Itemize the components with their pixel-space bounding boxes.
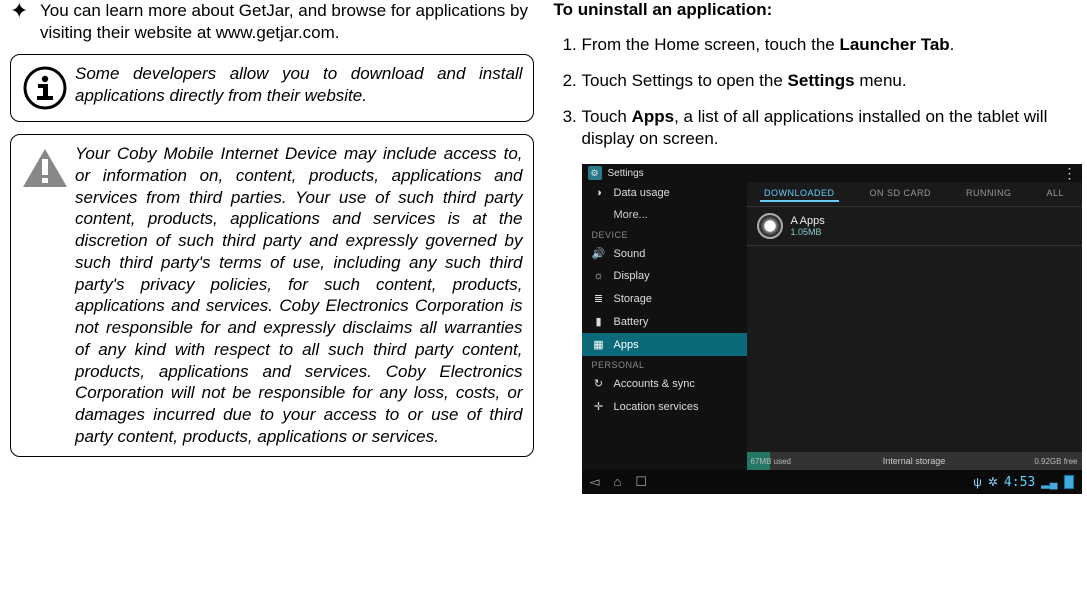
tab-on-sd-card[interactable]: ON SD CARD <box>865 186 935 202</box>
info-icon <box>15 63 75 113</box>
step-1: From the Home screen, touch the Launcher… <box>582 34 1078 56</box>
sync-icon: ↻ <box>592 377 606 390</box>
sidebar-label: Storage <box>614 293 653 305</box>
sidebar-label: Data usage <box>614 187 670 199</box>
step-2: Touch Settings to open the Settings menu… <box>582 70 1078 92</box>
sidebar-item-location[interactable]: ✛ Location services <box>582 395 747 418</box>
battery-icon: ▮ <box>592 315 606 328</box>
app-icon <box>757 213 783 239</box>
settings-tile-icon: ⚙ <box>588 166 602 180</box>
sidebar-item-display[interactable]: ☼ Display <box>582 265 747 287</box>
sidebar-item-storage[interactable]: ≣ Storage <box>582 287 747 310</box>
apps-tabs: DOWNLOADED ON SD CARD RUNNING ALL <box>747 182 1082 207</box>
usb-icon: ψ <box>973 475 982 489</box>
section-heading: To uninstall an application: <box>554 0 1078 20</box>
apps-panel: DOWNLOADED ON SD CARD RUNNING ALL A Apps… <box>747 182 1082 470</box>
step-3: Touch Apps, a list of all applications i… <box>582 106 1078 150</box>
step-1-bold: Launcher Tab <box>839 35 949 54</box>
app-list-item[interactable]: A Apps 1.05MB <box>747 207 1082 246</box>
system-nav-bar: ◅ ⌂ ☐ ψ ✲ 4:53 ▂▄ <box>582 470 1082 494</box>
bullet-text: You can learn more about GetJar, and bro… <box>40 0 534 44</box>
location-icon: ✛ <box>592 400 606 413</box>
display-icon: ☼ <box>592 270 606 282</box>
settings-sidebar: ◑ Data usage More... DEVICE 🔊 Sound ☼ Di… <box>582 182 747 470</box>
sidebar-label: Accounts & sync <box>614 378 695 390</box>
step-2-bold: Settings <box>788 71 855 90</box>
step-3-pre: Touch <box>582 107 632 126</box>
battery-status-icon <box>1064 475 1074 489</box>
sidebar-item-sound[interactable]: 🔊 Sound <box>582 242 747 265</box>
storage-icon: ≣ <box>592 292 606 305</box>
step-3-bold: Apps <box>632 107 675 126</box>
window-title: Settings <box>608 168 644 179</box>
tablet-screenshot: ⚙ Settings ⋮ ◑ Data usage More... DEVICE… <box>582 164 1082 494</box>
warning-icon <box>15 143 75 197</box>
step-1-post: . <box>950 35 955 54</box>
wifi-icon: ▂▄ <box>1041 476 1057 489</box>
app-name: A Apps <box>791 216 825 227</box>
storage-label: Internal storage <box>883 456 946 466</box>
sidebar-section-device: DEVICE <box>582 226 747 242</box>
storage-used: 67MB used <box>751 457 791 466</box>
step-2-pre: Touch Settings to open the <box>582 71 788 90</box>
sidebar-label: Battery <box>614 316 649 328</box>
app-size: 1.05MB <box>791 227 825 237</box>
storage-bar: 67MB used Internal storage 0.92GB free <box>747 452 1082 470</box>
sidebar-label: Sound <box>614 248 646 260</box>
sidebar-item-battery[interactable]: ▮ Battery <box>582 310 747 333</box>
apps-icon: ▦ <box>592 338 606 351</box>
note-text: Some developers allow you to download an… <box>75 63 523 107</box>
sidebar-item-apps[interactable]: ▦ Apps <box>582 333 747 356</box>
sidebar-label: Apps <box>614 339 639 351</box>
tab-downloaded[interactable]: DOWNLOADED <box>760 186 839 202</box>
sidebar-item-data-usage[interactable]: ◑ Data usage <box>582 182 747 204</box>
back-icon[interactable]: ◅ <box>590 474 600 490</box>
recent-icon[interactable]: ☐ <box>635 474 647 490</box>
step-2-post: menu. <box>855 71 907 90</box>
sidebar-section-personal: PERSONAL <box>582 356 747 372</box>
tab-running[interactable]: RUNNING <box>962 186 1016 202</box>
debug-icon: ✲ <box>988 475 998 489</box>
sidebar-label: Location services <box>614 401 699 413</box>
warning-text: Your Coby Mobile Internet Device may inc… <box>75 143 523 448</box>
tab-all[interactable]: ALL <box>1042 186 1068 202</box>
sidebar-item-accounts[interactable]: ↻ Accounts & sync <box>582 372 747 395</box>
sidebar-label: Display <box>614 270 650 282</box>
warning-box: Your Coby Mobile Internet Device may inc… <box>10 134 534 457</box>
step-1-pre: From the Home screen, touch the <box>582 35 840 54</box>
clock: 4:53 <box>1004 475 1035 490</box>
sound-icon: 🔊 <box>592 247 606 260</box>
bullet-glyph: ✦ <box>10 0 40 44</box>
screenshot-topbar: ⚙ Settings ⋮ <box>582 164 1082 182</box>
note-box: Some developers allow you to download an… <box>10 54 534 122</box>
sidebar-item-more[interactable]: More... <box>582 204 747 226</box>
storage-free: 0.92GB free <box>1034 457 1077 466</box>
home-icon[interactable]: ⌂ <box>614 474 622 490</box>
steps-list: From the Home screen, touch the Launcher… <box>554 34 1078 150</box>
data-usage-icon: ◑ <box>592 187 606 199</box>
overflow-menu-icon[interactable]: ⋮ <box>1063 168 1076 178</box>
